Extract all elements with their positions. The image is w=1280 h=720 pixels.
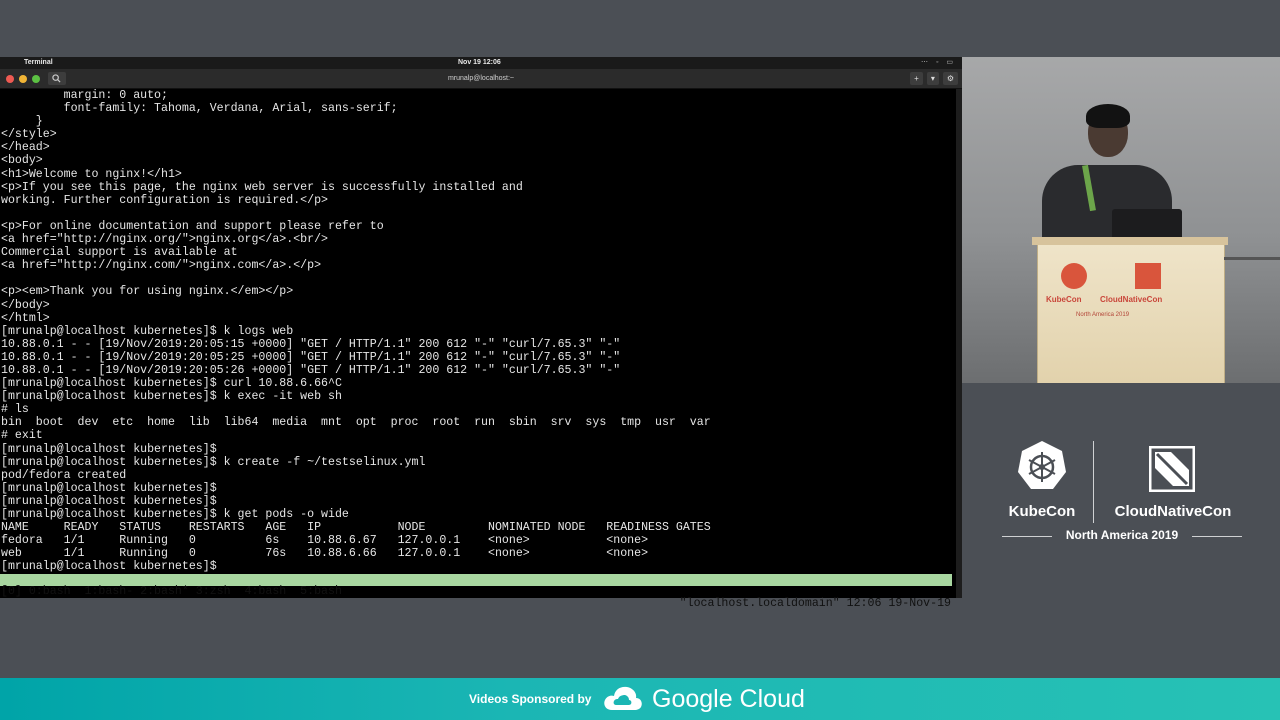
podium-top — [1032, 237, 1228, 245]
podium-cncf-icon — [1135, 263, 1161, 289]
cloudnativecon-wordmark: CloudNativeCon — [1114, 503, 1232, 520]
terminal-titlebar: mrunalp@localhost:~ + ▾ ⚙ — [0, 69, 962, 89]
system-menubar: Terminal Nov 19 12:06 ⋯ ◦ ▭ — [0, 57, 962, 69]
terminal-line: <a href="http://nginx.org/">nginx.org</a… — [1, 233, 328, 247]
logo-divider — [1093, 441, 1094, 523]
tmux-window-list[interactable]: [0] 0:bash 1:bash- 2:bash* 3:zsh 4:bash … — [1, 586, 342, 598]
terminal-line: [mrunalp@localhost kubernetes]$ — [1, 442, 217, 456]
terminal-line: <h1>Welcome to nginx!</h1> — [1, 167, 182, 181]
terminal-line: # exit — [1, 429, 43, 443]
terminal-line: </style> — [1, 128, 57, 142]
tray-icons[interactable]: ⋯ ◦ ▭ — [921, 57, 956, 69]
terminal-line: [mrunalp@localhost kubernetes]$ k logs w… — [1, 324, 294, 338]
terminal-line: web 1/1 Running 0 76s 10.88.6.66 127.0.0… — [1, 547, 649, 561]
terminal-output[interactable]: margin: 0 auto; font-family: Tahoma, Ver… — [0, 89, 956, 598]
terminal-line: 10.88.0.1 - - [19/Nov/2019:20:05:15 +000… — [1, 337, 621, 351]
terminal-line: fedora 1/1 Running 0 6s 10.88.6.67 127.0… — [1, 534, 649, 548]
terminal-line: margin: 0 auto; — [1, 89, 168, 102]
terminal-line: [mrunalp@localhost kubernetes]$ k create… — [1, 455, 426, 469]
sponsor-footer: Videos Sponsored by Google Cloud — [0, 678, 1280, 720]
terminal-line: <a href="http://nginx.com/">nginx.com</a… — [1, 259, 322, 273]
region-rule-left — [1002, 536, 1052, 537]
terminal-line: Commercial support is available at — [1, 246, 238, 260]
terminal-line: <p>If you see this page, the nginx web s… — [1, 180, 523, 194]
terminal-line: } — [1, 115, 43, 129]
terminal-line: working. Further configuration is requir… — [1, 193, 328, 207]
terminal-line: [mrunalp@localhost kubernetes]$ — [1, 481, 217, 495]
terminal-line: </html> — [1, 311, 50, 325]
menubar-app-name[interactable]: Terminal — [24, 57, 53, 69]
terminal-line: font-family: Tahoma, Verdana, Arial, san… — [1, 102, 398, 116]
sponsored-by-label: Videos Sponsored by — [469, 692, 592, 706]
google-cloud-icon — [604, 686, 642, 710]
new-tab-button[interactable]: + — [910, 72, 923, 85]
window-title: mrunalp@localhost:~ — [447, 75, 515, 82]
tab-menu-button[interactable]: ▾ — [926, 72, 939, 85]
terminal-line: 10.88.0.1 - - [19/Nov/2019:20:05:26 +000… — [1, 363, 621, 377]
tmux-host-clock: "localhost.localdomain" 12:06 19-Nov-19 — [679, 597, 951, 610]
terminal-line: bin boot dev etc home lib lib64 media mn… — [1, 416, 711, 430]
terminal-line: 10.88.0.1 - - [19/Nov/2019:20:05:25 +000… — [1, 350, 621, 364]
google-cloud-wordmark: Google Cloud — [652, 685, 805, 713]
terminal-line: # ls — [1, 403, 29, 417]
terminal-line: <p>For online documentation and support … — [1, 219, 384, 233]
event-region: North America 2019 — [1065, 528, 1179, 542]
terminal-line: pod/fedora created — [1, 468, 127, 482]
podium-region-label: North America 2019 — [1076, 312, 1130, 318]
podium-cncf-label: CloudNativeCon — [1100, 295, 1163, 304]
terminal-line: <p><em>Thank you for using nginx.</em></… — [1, 285, 294, 299]
cloudnativecon-logo-icon — [1149, 446, 1195, 492]
speaker-video: KubeCon CloudNativeCon North America 201… — [962, 57, 1280, 383]
podium-kubecon-label: KubeCon — [1046, 295, 1082, 304]
terminal-line: </body> — [1, 298, 50, 312]
tmux-status-bar: [0] 0:bash 1:bash- 2:bash* 3:zsh 4:bash … — [0, 574, 952, 610]
terminal-line: [mrunalp@localhost kubernetes]$ k get po… — [1, 508, 349, 521]
terminal-line: </head> — [1, 141, 50, 155]
terminal-line: [mrunalp@localhost kubernetes]$ — [1, 560, 217, 574]
podium: KubeCon CloudNativeCon North America 201… — [1032, 237, 1228, 383]
stage-rail — [1224, 257, 1280, 260]
kubecon-logo-icon — [1018, 441, 1066, 489]
podium-kubecon-icon — [1061, 263, 1087, 289]
speaker-hair — [1086, 104, 1130, 128]
terminal-line: NAME READY STATUS RESTARTS AGE IP NODE N… — [1, 521, 711, 535]
kubecon-wordmark: KubeCon — [1008, 503, 1076, 520]
terminal-line: <body> — [1, 154, 43, 168]
terminal-line: [mrunalp@localhost kubernetes]$ k exec -… — [1, 390, 342, 404]
region-rule-right — [1192, 536, 1242, 537]
settings-button[interactable]: ⚙ — [942, 72, 958, 85]
terminal-line: [mrunalp@localhost kubernetes]$ — [1, 494, 217, 508]
menubar-clock[interactable]: Nov 19 12:06 — [458, 57, 501, 69]
terminal-line: [mrunalp@localhost kubernetes]$ curl 10.… — [1, 377, 342, 391]
terminal-lines: margin: 0 auto; font-family: Tahoma, Ver… — [1, 89, 711, 573]
